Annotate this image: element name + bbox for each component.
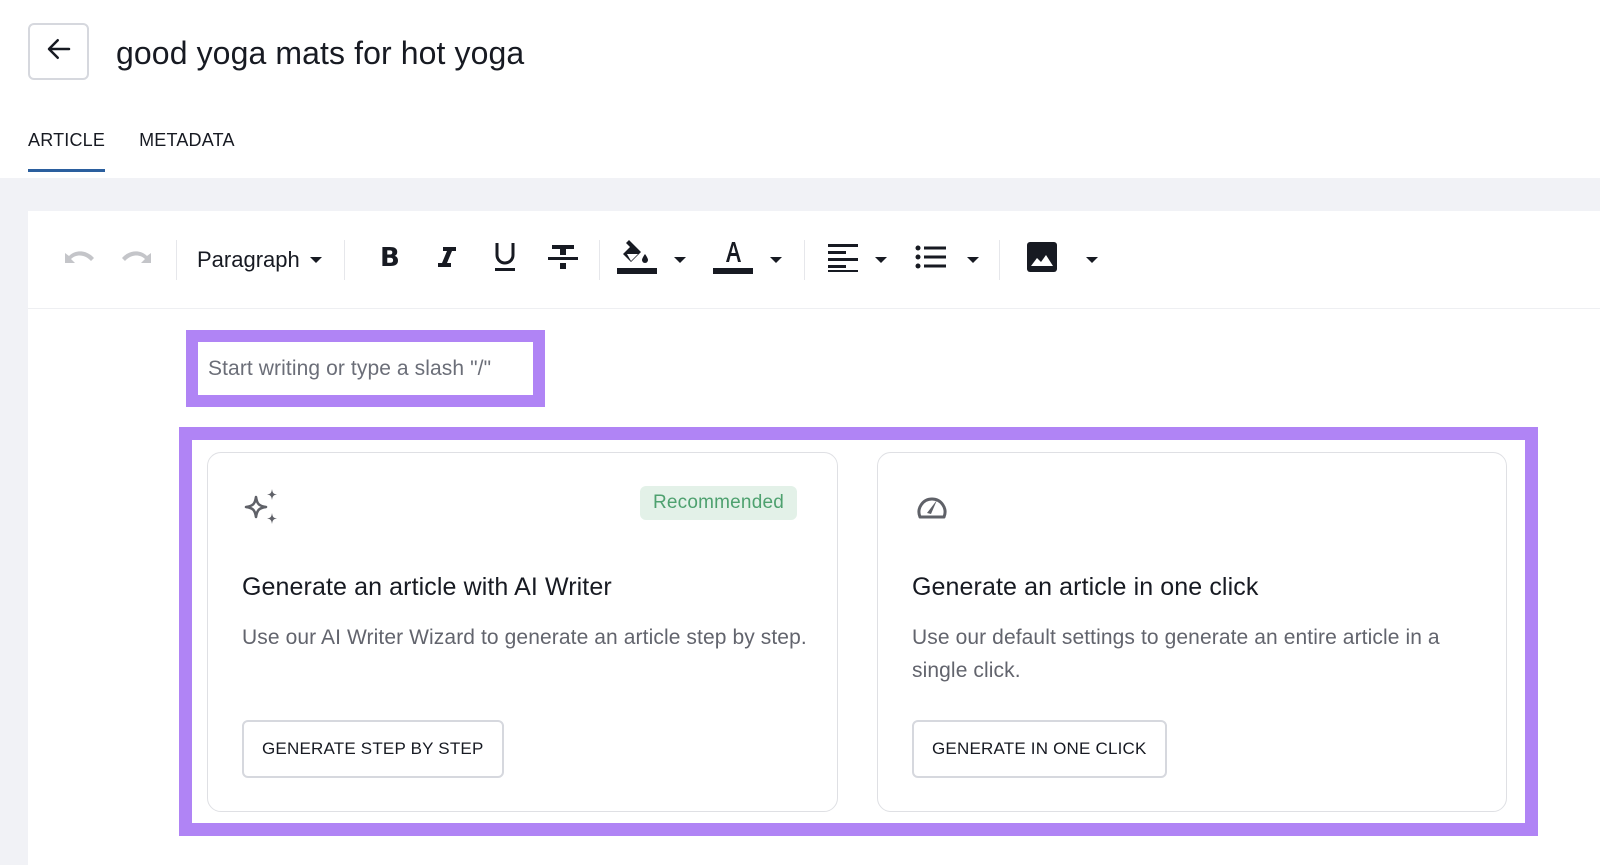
bold-icon: B <box>377 243 401 275</box>
toolbar-divider <box>598 239 600 280</box>
italic-icon <box>435 244 459 275</box>
chevron-down-icon <box>874 256 887 263</box>
back-button[interactable] <box>28 23 89 80</box>
undo-button[interactable] <box>58 238 100 282</box>
strikethrough-button[interactable] <box>539 238 587 282</box>
block-format-dropdown[interactable]: Paragraph <box>189 238 332 282</box>
toolbar-divider <box>998 239 1000 280</box>
svg-text:B: B <box>380 244 400 270</box>
editor-input-highlight: Start writing or type a slash "/" <box>186 330 545 407</box>
toolbar-divider <box>803 239 805 280</box>
bold-button[interactable]: B <box>365 238 413 282</box>
chevron-down-icon <box>309 256 322 263</box>
editor-placeholder[interactable]: Start writing or type a slash "/" <box>208 357 491 381</box>
underline-button[interactable] <box>481 238 529 282</box>
chevron-down-icon <box>966 256 979 263</box>
one-click-card: Generate an article in one click Use our… <box>877 452 1507 812</box>
card-title: Generate an article in one click <box>912 573 1259 601</box>
tab-article[interactable]: ARTICLE <box>28 130 106 172</box>
fill-color-icon <box>616 238 658 281</box>
align-left-icon <box>827 242 859 277</box>
underline-icon <box>492 241 518 278</box>
bulleted-list-icon <box>915 244 947 275</box>
speedometer-icon <box>912 487 952 527</box>
chevron-down-icon <box>673 256 686 263</box>
formatting-toolbar: Paragraph B <box>28 211 1600 309</box>
recommended-badge: Recommended <box>639 486 797 520</box>
arrow-left-icon <box>44 34 74 69</box>
ai-writer-card: Recommended Generate an article with AI … <box>207 452 838 812</box>
strikethrough-icon <box>547 242 578 277</box>
card-description: Use our AI Writer Wizard to generate an … <box>242 626 807 649</box>
tab-metadata[interactable]: METADATA <box>139 130 235 169</box>
block-format-label: Paragraph <box>197 246 300 272</box>
image-icon <box>1026 241 1058 278</box>
sparkles-icon <box>242 487 282 527</box>
text-color-icon <box>712 238 754 281</box>
card-description: Use our default settings to generate an … <box>912 626 1440 682</box>
generation-options-highlight: Recommended Generate an article with AI … <box>179 427 1538 836</box>
highlight-color-dropdown[interactable] <box>612 238 690 282</box>
list-dropdown[interactable] <box>911 238 983 282</box>
redo-button[interactable] <box>116 238 158 282</box>
redo-icon <box>119 245 155 274</box>
card-title: Generate an article with AI Writer <box>242 573 612 601</box>
tab-bar: ARTICLE METADATA <box>28 130 235 172</box>
chevron-down-icon <box>769 256 782 263</box>
toolbar-divider <box>343 239 345 280</box>
page-title: good yoga mats for hot yoga <box>116 35 525 71</box>
alignment-dropdown[interactable] <box>823 238 891 282</box>
toolbar-divider <box>176 239 177 280</box>
generate-in-one-click-button[interactable]: GENERATE IN ONE CLICK <box>912 720 1167 778</box>
undo-icon <box>61 245 97 274</box>
italic-button[interactable] <box>423 238 471 282</box>
text-color-dropdown[interactable] <box>708 238 786 282</box>
insert-image-dropdown[interactable] <box>1022 238 1102 282</box>
page-header: good yoga mats for hot yoga ARTICLE META… <box>0 0 1600 180</box>
chevron-down-icon <box>1085 256 1098 263</box>
generate-step-by-step-button[interactable]: GENERATE STEP BY STEP <box>242 720 504 778</box>
